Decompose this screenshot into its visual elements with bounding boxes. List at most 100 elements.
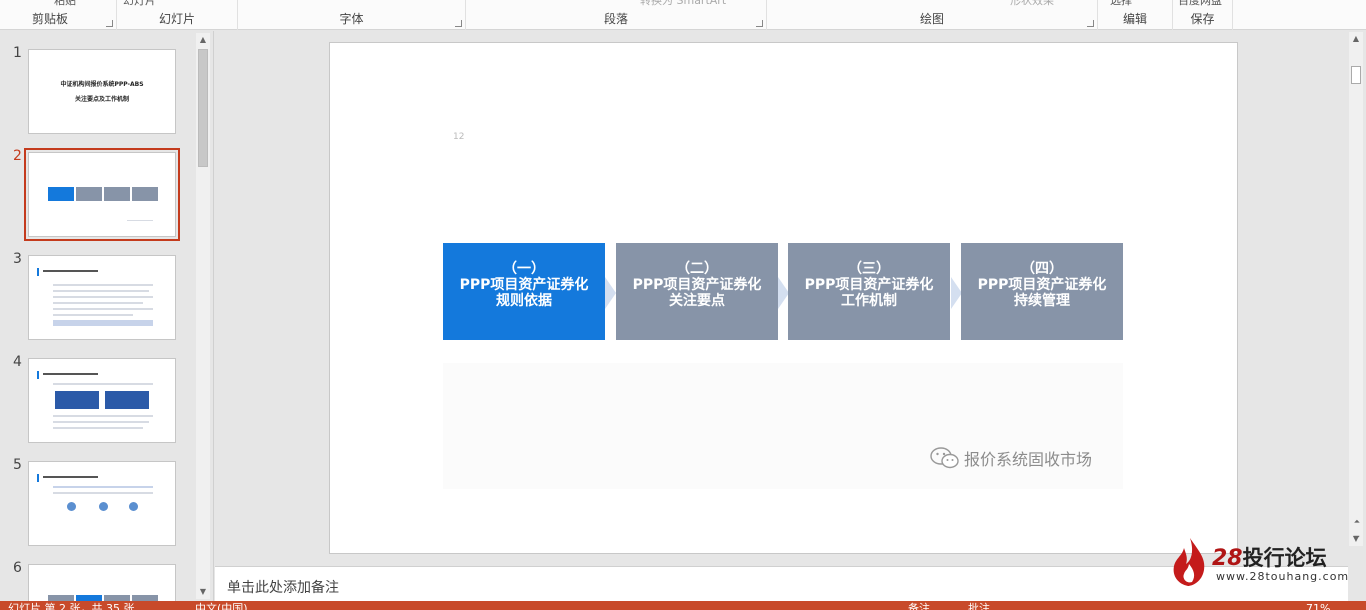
comments-toggle-button[interactable]: 批注 (968, 601, 990, 610)
font-launcher-icon[interactable] (455, 20, 462, 27)
slide-thumbnail-5[interactable] (28, 461, 176, 546)
thumb-line (53, 492, 153, 494)
ribbon-group-label: 字体 (339, 12, 364, 26)
scroll-up-icon[interactable]: ▲ (1349, 32, 1363, 46)
step-number: （二） (676, 261, 718, 277)
thumb-line (53, 290, 149, 292)
thumbnail-number: 4 (13, 354, 22, 370)
scroll-thumb[interactable] (198, 49, 208, 167)
slide-background-panel (443, 363, 1123, 489)
thumb-box (105, 391, 149, 409)
wechat-icon (930, 447, 959, 469)
thumb-heading (43, 476, 98, 478)
step-box-1[interactable]: （一） PPP项目资产证券化 规则依据 (443, 243, 605, 340)
ribbon-group-label: 绘图 (919, 12, 944, 26)
slide-thumbnail-1[interactable]: 中证机构间报价系统PPP-ABS 关注要点及工作机制 (28, 49, 176, 134)
ribbon-group-label: 保存 (1190, 12, 1215, 26)
editor-scrollbar[interactable]: ▲ ▼ (1349, 32, 1363, 546)
slide-thumbnail-2[interactable] (24, 148, 180, 241)
step-number: （三） (848, 261, 890, 277)
thumb-line (53, 284, 153, 286)
ribbon-group-paragraph: 转换为 SmartArt 段落 (466, 0, 767, 30)
notes-toggle-button[interactable]: 备注 (908, 601, 930, 610)
thumb-line (53, 421, 149, 423)
thumbnail-number: 2 (13, 148, 22, 164)
status-bar: 幻灯片 第 2 张，共 35 张 中文(中国) 备注 批注 71% (0, 601, 1366, 610)
thumb-watermark (127, 220, 153, 221)
thumbnail-number: 3 (13, 251, 22, 267)
new-slide-label[interactable]: 幻灯片 (123, 0, 156, 8)
flame-icon (1173, 538, 1205, 586)
previous-slide-icon[interactable]: ⏶ (1350, 515, 1364, 529)
thumbnail-scrollbar[interactable]: ▲ ▼ (196, 33, 210, 599)
ribbon-group-editing: 选择 编辑 (1098, 0, 1173, 30)
thumb-heading (43, 373, 98, 375)
thumb-circle (99, 502, 108, 511)
ribbon-group-slides: 幻灯片 幻灯片 (117, 0, 238, 30)
drawing-launcher-icon[interactable] (1087, 20, 1094, 27)
thumb-heading (43, 270, 98, 272)
slide-thumbnail-4[interactable] (28, 358, 176, 443)
clipboard-launcher-icon[interactable] (106, 20, 113, 27)
chevron-right-icon (605, 277, 616, 309)
step-title: PPP项目资产证券化 (977, 277, 1107, 293)
ribbon-group-label: 幻灯片 (158, 12, 195, 26)
scroll-up-icon[interactable]: ▲ (196, 33, 210, 47)
thumb-step (104, 187, 130, 201)
thumb-line (53, 486, 153, 488)
language-indicator[interactable]: 中文(中国) (195, 601, 248, 610)
thumb-line (53, 427, 143, 429)
ribbon-group-drawing: 形状效果 绘图 (767, 0, 1098, 30)
thumb-header-mark (37, 474, 39, 482)
step-title: PPP项目资产证券化 (632, 277, 762, 293)
site-logo: 28投行论坛 www.28touhang.com (1170, 534, 1348, 589)
thumb-circle (67, 502, 76, 511)
thumb-line (53, 308, 153, 310)
logo-number: 28 (1212, 546, 1243, 571)
step-title: PPP项目资产证券化 (459, 277, 589, 293)
paragraph-launcher-icon[interactable] (756, 20, 763, 27)
ribbon: 粘贴 剪贴板 幻灯片 幻灯片 字体 转换为 SmartArt 段落 形状效果 绘… (0, 0, 1366, 30)
logo-url: www.28touhang.com (1216, 570, 1350, 583)
ribbon-group-label: 段落 (603, 12, 628, 26)
select-label[interactable]: 选择 (1110, 0, 1132, 8)
step-box-4[interactable]: （四） PPP项目资产证券化 持续管理 (961, 243, 1123, 340)
thumbnail-number: 6 (13, 560, 22, 576)
watermark-text: 报价系统固收市场 (964, 450, 1093, 469)
notes-placeholder: 单击此处添加备注 (227, 580, 339, 596)
zoom-level[interactable]: 71% (1306, 601, 1330, 610)
thumb-header-mark (37, 268, 39, 276)
ribbon-group-label: 编辑 (1122, 12, 1147, 26)
scroll-down-icon[interactable]: ▼ (196, 585, 210, 599)
thumb-line (53, 302, 143, 304)
shape-effects-label[interactable]: 形状效果 (1010, 0, 1054, 8)
step-box-2[interactable]: （二） PPP项目资产证券化 关注要点 (616, 243, 778, 340)
step-box-3[interactable]: （三） PPP项目资产证券化 工作机制 (788, 243, 950, 340)
step-number: （一） (503, 261, 545, 277)
slide-canvas[interactable]: 12 （一） PPP项目资产证券化 规则依据 （二） PPP项目资产证券化 关注… (329, 42, 1238, 554)
slide-thumbnail-3[interactable] (28, 255, 176, 340)
slide-thumbnail-6[interactable] (28, 564, 176, 601)
thumb-box (55, 391, 99, 409)
thumb-step (132, 187, 158, 201)
next-slide-icon[interactable]: ⏷ (1350, 531, 1364, 545)
thumb-title-line1: 中证机构间报价系统PPP-ABS (60, 81, 144, 88)
ribbon-group-font: 字体 (238, 0, 466, 30)
paste-label[interactable]: 粘贴 (54, 0, 76, 8)
thumb-circle (129, 502, 138, 511)
slide-counter: 幻灯片 第 2 张，共 35 张 (8, 602, 135, 610)
slide-editor: 12 （一） PPP项目资产证券化 规则依据 （二） PPP项目资产证券化 关注… (215, 31, 1348, 565)
logo-text: 投行论坛 (1242, 546, 1327, 570)
ribbon-group-label: 剪贴板 (32, 12, 69, 26)
thumb-line (53, 296, 153, 298)
step-subtitle: 关注要点 (669, 293, 725, 309)
thumb-title-line2: 关注要点及工作机制 (74, 96, 129, 103)
thumb-step (76, 187, 102, 201)
step-subtitle: 持续管理 (1014, 293, 1070, 309)
step-subtitle: 规则依据 (496, 293, 552, 309)
thumbnail-number: 5 (13, 457, 22, 473)
convert-smartart-label[interactable]: 转换为 SmartArt (640, 0, 726, 8)
ribbon-group-clipboard: 粘贴 剪贴板 (0, 0, 117, 30)
scroll-thumb[interactable] (1351, 66, 1361, 84)
baidu-netdisk-label[interactable]: 百度网盘 (1178, 0, 1222, 8)
